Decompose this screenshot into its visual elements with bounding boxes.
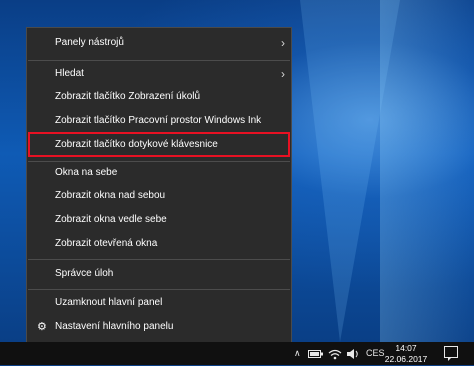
- menu-item-label: Uzamknout hlavní panel: [55, 297, 163, 308]
- chevron-right-icon: ›: [281, 36, 285, 50]
- menu-item-label: Zobrazit tlačítko Zobrazení úkolů: [55, 91, 201, 102]
- clock-date: 22.06.2017: [384, 354, 428, 364]
- clock[interactable]: 14:07 22.06.2017: [383, 342, 429, 366]
- menu-separator: [28, 259, 290, 260]
- chevron-up-icon[interactable]: ∧: [294, 342, 301, 365]
- taskbar[interactable]: ∧ CES 14:07 22.06.2017: [0, 342, 474, 365]
- menu-item-label: Panely nástrojů: [55, 37, 124, 48]
- battery-icon[interactable]: [308, 342, 324, 365]
- menu-item-lock-taskbar[interactable]: Uzamknout hlavní panel: [27, 290, 291, 316]
- language-indicator[interactable]: CES: [366, 342, 385, 365]
- taskbar-context-menu: Panely nástrojů › Hledat › Zobrazit tlač…: [26, 27, 292, 345]
- menu-item-taskbar-settings[interactable]: ⚙ Nastavení hlavního panelu: [27, 314, 291, 340]
- volume-icon[interactable]: [346, 342, 360, 365]
- notification-icon[interactable]: [444, 346, 458, 361]
- wallpaper-glow: [380, 0, 474, 342]
- gear-icon: ⚙: [37, 321, 47, 333]
- menu-item-label: Zobrazit okna vedle sebe: [55, 214, 167, 225]
- menu-item-label: Okna na sebe: [55, 167, 118, 178]
- menu-item-task-view[interactable]: Zobrazit tlačítko Zobrazení úkolů: [27, 84, 291, 110]
- menu-item-toolbars[interactable]: Panely nástrojů ›: [27, 30, 291, 56]
- menu-item-task-manager[interactable]: Správce úloh: [27, 261, 291, 287]
- menu-item-label: Správce úloh: [55, 268, 114, 279]
- menu-item-label: Zobrazit tlačítko Pracovní prostor Windo…: [55, 115, 262, 126]
- menu-item-stacked[interactable]: Zobrazit okna nad sebou: [27, 183, 291, 209]
- wifi-icon[interactable]: [328, 342, 342, 365]
- menu-item-label: Zobrazit otevřená okna: [55, 238, 158, 249]
- menu-item-label: Zobrazit okna nad sebou: [55, 190, 166, 201]
- menu-item-label: Hledat: [55, 68, 84, 79]
- clock-time: 14:07: [395, 343, 417, 353]
- menu-item-label: Nastavení hlavního panelu: [55, 321, 174, 332]
- menu-item-show-desktop[interactable]: Zobrazit otevřená okna: [27, 231, 291, 257]
- menu-item-side-by-side[interactable]: Zobrazit okna vedle sebe: [27, 207, 291, 233]
- menu-item-windows-ink[interactable]: Zobrazit tlačítko Pracovní prostor Windo…: [27, 108, 291, 134]
- highlight-box: [28, 132, 290, 157]
